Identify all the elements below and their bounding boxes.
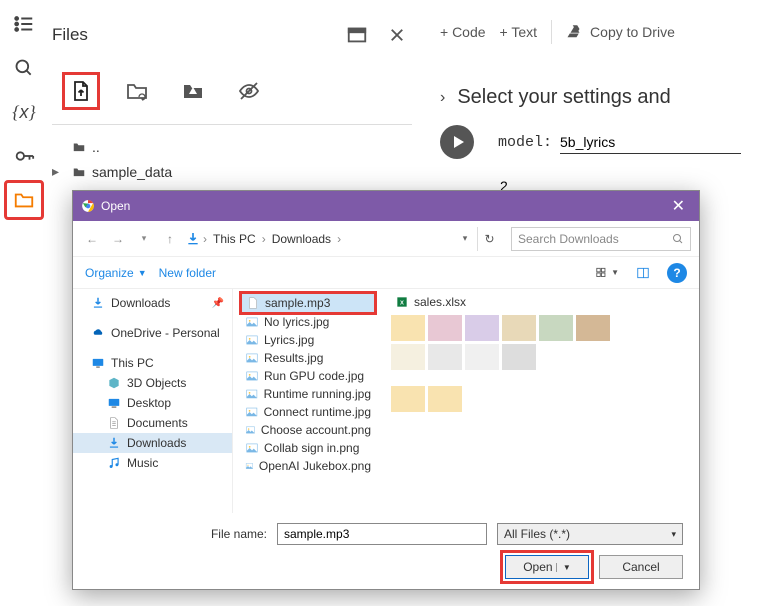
file-open-dialog: Open ✕ ← → ▾ ↑ › This PC › Downloads › ▾… <box>72 190 700 590</box>
param-label: model: <box>498 134 552 151</box>
organize-button[interactable]: Organize ▼ <box>85 266 147 280</box>
tree-item-folder[interactable]: ▸ sample_data <box>52 159 412 184</box>
refresh-button[interactable]: ↻ <box>477 227 501 251</box>
files-title: Files <box>52 25 332 45</box>
sidebar-item[interactable]: 3D Objects <box>73 373 232 393</box>
breadcrumb-dropdown[interactable]: ▾ <box>457 229 473 249</box>
mount-drive-icon[interactable] <box>174 72 212 110</box>
file-item[interactable]: OpenAI Jukebox.png <box>241 457 375 475</box>
sidebar-item[interactable]: Downloads📌 <box>73 293 232 313</box>
tree-item-up[interactable]: .. <box>52 135 412 159</box>
file-item[interactable]: Results.jpg <box>241 349 375 367</box>
run-cell-button[interactable] <box>440 125 474 159</box>
file-type-filter[interactable]: All Files (*.*)▾ <box>497 523 683 545</box>
variables-icon[interactable]: {x} <box>4 92 44 132</box>
filename-label: File name: <box>211 527 267 541</box>
sidebar-item[interactable]: Desktop <box>73 393 232 413</box>
xlsx-icon: X <box>395 295 409 309</box>
nav-forward-button[interactable]: → <box>107 228 129 250</box>
file-item[interactable]: Collab sign in.png <box>241 439 375 457</box>
sidebar-item[interactable]: Downloads <box>73 433 232 453</box>
breadcrumb-segment[interactable]: This PC <box>209 230 260 248</box>
file-item[interactable]: Runtime running.jpg <box>241 385 375 403</box>
nav-back-button[interactable]: ← <box>81 228 103 250</box>
dialog-title: Open <box>101 199 666 213</box>
search-icon[interactable] <box>4 48 44 88</box>
file-item[interactable]: Run GPU code.jpg <box>241 367 375 385</box>
cancel-button[interactable]: Cancel <box>599 555 683 579</box>
file-item[interactable]: No lyrics.jpg <box>241 313 375 331</box>
dialog-close-button[interactable]: ✕ <box>666 196 691 216</box>
sidebar-item[interactable]: Documents <box>73 413 232 433</box>
thumbnail-grid <box>391 386 610 412</box>
svg-text:X: X <box>400 300 404 306</box>
file-item[interactable]: Choose account.png <box>241 421 375 439</box>
sidebar-item[interactable]: OneDrive - Personal <box>73 323 232 343</box>
sidebar-item[interactable]: Music <box>73 453 232 473</box>
add-text-button[interactable]: + Text <box>500 24 538 40</box>
preview-pane-button[interactable] <box>631 262 655 284</box>
hidden-files-icon[interactable] <box>230 72 268 110</box>
filename-input[interactable] <box>277 523 487 545</box>
nav-recent-dropdown[interactable]: ▾ <box>133 228 155 250</box>
open-button[interactable]: Open ▼ <box>505 555 589 579</box>
new-folder-button[interactable]: New folder <box>159 266 216 280</box>
param-input-model[interactable] <box>560 131 741 154</box>
nav-up-button[interactable]: ↑ <box>159 228 181 250</box>
toolbar-separator <box>551 20 552 44</box>
file-item[interactable]: Connect runtime.jpg <box>241 403 375 421</box>
add-code-button[interactable]: + Code <box>440 24 486 40</box>
search-input[interactable]: Search Downloads <box>511 227 691 251</box>
file-item[interactable]: Lyrics.jpg <box>241 331 375 349</box>
refresh-folder-icon[interactable] <box>118 72 156 110</box>
upload-file-button[interactable] <box>62 72 100 110</box>
breadcrumb-segment[interactable]: Downloads <box>268 230 335 248</box>
secrets-icon[interactable] <box>4 136 44 176</box>
search-icon <box>672 233 684 245</box>
section-chevron-icon[interactable]: › <box>440 89 445 107</box>
tree-label: .. <box>92 139 100 155</box>
chrome-icon <box>81 199 95 213</box>
file-item[interactable]: sample.mp3 <box>241 293 375 313</box>
section-heading: Select your settings and <box>457 86 670 109</box>
new-window-icon[interactable] <box>342 20 372 50</box>
folder-icon[interactable] <box>4 180 44 220</box>
help-button[interactable]: ? <box>667 263 687 283</box>
view-mode-button[interactable]: ▼ <box>595 262 619 284</box>
thumbnail-grid <box>391 315 610 370</box>
close-icon[interactable] <box>382 20 412 50</box>
file-item[interactable]: X sales.xlsx <box>391 293 610 311</box>
chevron-right-icon[interactable]: ▸ <box>52 163 66 180</box>
sidebar-item[interactable]: This PC <box>73 353 232 373</box>
tree-label: sample_data <box>92 164 172 180</box>
list-icon[interactable] <box>4 4 44 44</box>
download-arrow-icon <box>185 231 201 247</box>
copy-to-drive-button[interactable]: Copy to Drive <box>566 23 675 41</box>
